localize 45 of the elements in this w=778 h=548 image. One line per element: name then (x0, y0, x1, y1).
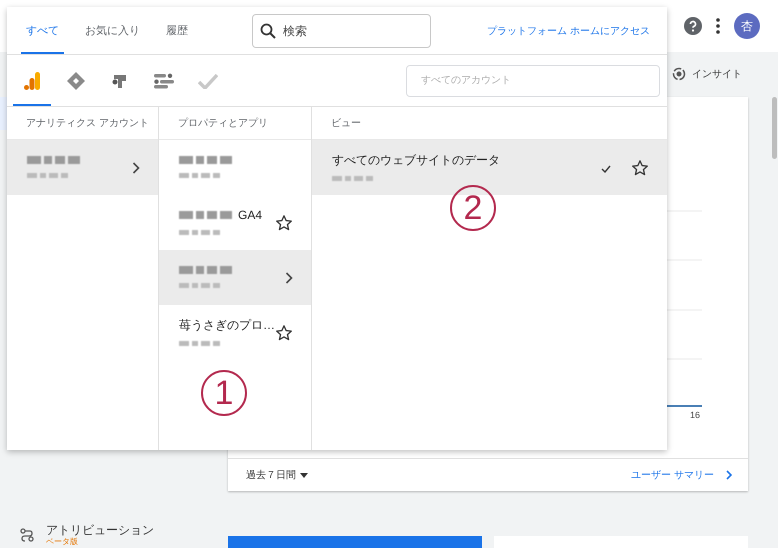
annotation-circle: 2 (450, 185, 496, 231)
caret-down-icon (300, 472, 308, 478)
star-icon[interactable] (275, 214, 293, 232)
sliders-icon (154, 72, 174, 88)
list-item[interactable]: 苺うさぎのプロ… (159, 305, 311, 360)
date-range-dropdown[interactable]: 過去７日間 (246, 468, 308, 482)
beta-label: ベータ版 (46, 537, 79, 546)
more-vertical-icon[interactable] (716, 18, 720, 34)
list-item[interactable]: すべてのウェブサイトのデータ (312, 140, 667, 195)
tab[interactable]: 履歴 (161, 7, 193, 54)
item-title: GA4 (238, 208, 262, 222)
annotation-circle: 1 (201, 370, 247, 416)
route-icon (20, 528, 34, 542)
avatar[interactable]: 杏 (734, 13, 760, 39)
star-icon[interactable] (275, 324, 293, 342)
diamond-icon (66, 70, 86, 90)
user-summary-link[interactable]: ユーザー サマリー (631, 468, 732, 482)
blurred-subtext (179, 338, 220, 348)
checkmark-icon (198, 72, 218, 88)
nav-item[interactable]: アトリビューション ベータ版 (0, 524, 228, 546)
star-icon[interactable] (631, 158, 649, 176)
item-title: 苺うさぎのプロ… (179, 316, 275, 334)
insights-button[interactable]: インサイト (672, 67, 742, 82)
blurred-subtext (27, 170, 68, 180)
blurred-subtext (179, 170, 220, 180)
insights-icon (672, 67, 686, 82)
blurred-subtext (179, 227, 220, 237)
tab[interactable]: すべて (21, 7, 64, 54)
item-title: すべてのウェブサイトのデータ (332, 152, 500, 168)
nav-label: アトリビューション (46, 524, 154, 537)
axis-label: 16 (690, 410, 700, 420)
platform-home-link[interactable]: プラットフォーム ホームにアクセス (487, 24, 650, 38)
chevron-right-icon (726, 470, 732, 480)
help-icon[interactable] (684, 17, 702, 35)
blurred-subtext (332, 174, 373, 184)
account-filter-field[interactable]: すべてのアカウント (406, 64, 660, 96)
search-field[interactable]: 検索 (252, 14, 432, 48)
chevron-right-icon[interactable] (285, 272, 293, 284)
column-header: プロパティとアプリ (159, 107, 311, 140)
blurred-subtext (179, 280, 220, 290)
list-item[interactable]: GA4 (159, 195, 311, 250)
tab[interactable]: お気に入り (80, 7, 145, 54)
chevron-right-icon[interactable] (132, 162, 140, 174)
bar-chart-icon (24, 72, 40, 90)
scrollbar (772, 97, 777, 159)
